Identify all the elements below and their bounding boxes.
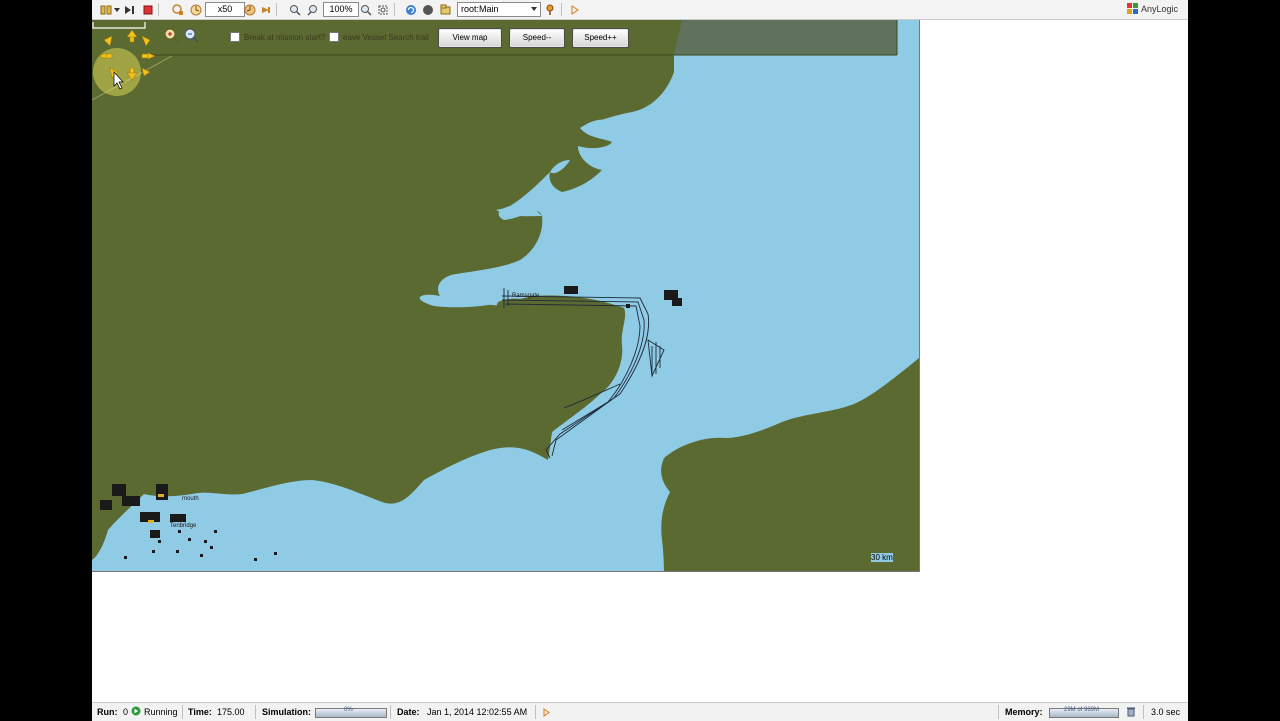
navigation-select[interactable]: root:Main <box>457 2 541 17</box>
speed-up-button[interactable]: Speed++ <box>572 28 629 48</box>
simulation-progress-text: 0% <box>344 707 353 713</box>
vessel-trail-checkbox[interactable]: eave Vessel Search trail <box>329 32 429 42</box>
brand-logo: AnyLogic <box>1126 3 1178 14</box>
scale-bar <box>92 22 146 29</box>
simulation-label: Simulation: <box>262 707 311 717</box>
pause-icon[interactable] <box>100 3 112 16</box>
real-time-icon[interactable] <box>260 3 272 16</box>
pin-icon[interactable] <box>544 3 556 16</box>
speed-up-icon[interactable] <box>244 3 256 16</box>
elapsed-time: 3.0 sec <box>1151 707 1181 717</box>
slow-down-icon[interactable] <box>172 3 184 16</box>
checkbox-label: eave Vessel Search trail <box>343 32 429 42</box>
view-map-button[interactable]: View map <box>438 28 502 48</box>
coastline-map <box>92 20 919 571</box>
speed-down-icon[interactable] <box>190 3 202 16</box>
time-label: Time: <box>188 707 212 717</box>
step-icon[interactable] <box>124 3 136 16</box>
zoom-in-icon[interactable] <box>289 3 301 16</box>
run-dropdown-icon[interactable] <box>114 3 120 16</box>
trash-icon[interactable] <box>1126 706 1136 719</box>
speed-field[interactable]: x50 <box>205 2 245 17</box>
checkbox-label: Break at mission start? <box>244 32 326 42</box>
navigation-dropdown-icon <box>531 3 537 16</box>
status-play-icon[interactable] <box>543 708 550 719</box>
map-view[interactable]: Break at mission start? eave Vessel Sear… <box>92 20 920 572</box>
play-icon[interactable] <box>571 3 579 16</box>
running-icon <box>131 706 141 718</box>
navigate-back-icon[interactable] <box>440 3 452 16</box>
stop-icon[interactable] <box>142 3 154 16</box>
date-value: Jan 1, 2014 12:02:55 AM <box>427 707 528 717</box>
anylogic-logo-icon <box>1126 3 1138 14</box>
navigation-value: root:Main <box>461 4 499 14</box>
run-value: 0 <box>123 707 129 717</box>
speed-down-button[interactable]: Speed-- <box>509 28 565 48</box>
date-label: Date: <box>397 707 420 717</box>
brand-name: AnyLogic <box>1140 3 1178 14</box>
zoom-field[interactable]: 100% <box>323 2 359 17</box>
time-value: 175.00 <box>217 707 245 717</box>
status-bar: Run: 0 Running Time: 175.00 Simulation: … <box>92 702 1188 721</box>
simulation-progress-bar: 0% <box>315 707 387 718</box>
place-label: mouth <box>182 496 199 502</box>
memory-bar: 29M of 989M <box>1049 707 1119 718</box>
place-label: Ramsgate <box>512 293 540 299</box>
toolbar: x50 100% root:Main AnyLogic <box>92 0 1188 20</box>
simulation-window: x50 100% root:Main AnyLogic Break at mis… <box>92 0 1188 721</box>
checkbox-box[interactable] <box>230 32 240 42</box>
scale-label: 30 km <box>871 553 893 562</box>
memory-bar-text: 29M of 989M <box>1064 707 1100 713</box>
record-icon[interactable] <box>422 3 434 16</box>
refresh-icon[interactable] <box>405 3 417 16</box>
place-label: Tenbridge <box>170 523 197 529</box>
memory-label: Memory: <box>1005 707 1043 717</box>
zoom-search-icon[interactable] <box>360 3 372 16</box>
run-state: Running <box>144 707 178 717</box>
break-at-mission-checkbox[interactable]: Break at mission start? <box>230 32 325 42</box>
run-label: Run: <box>97 707 118 717</box>
zoom-out-icon[interactable] <box>307 3 319 16</box>
fit-icon[interactable] <box>377 3 389 16</box>
checkbox-box[interactable] <box>329 32 339 42</box>
